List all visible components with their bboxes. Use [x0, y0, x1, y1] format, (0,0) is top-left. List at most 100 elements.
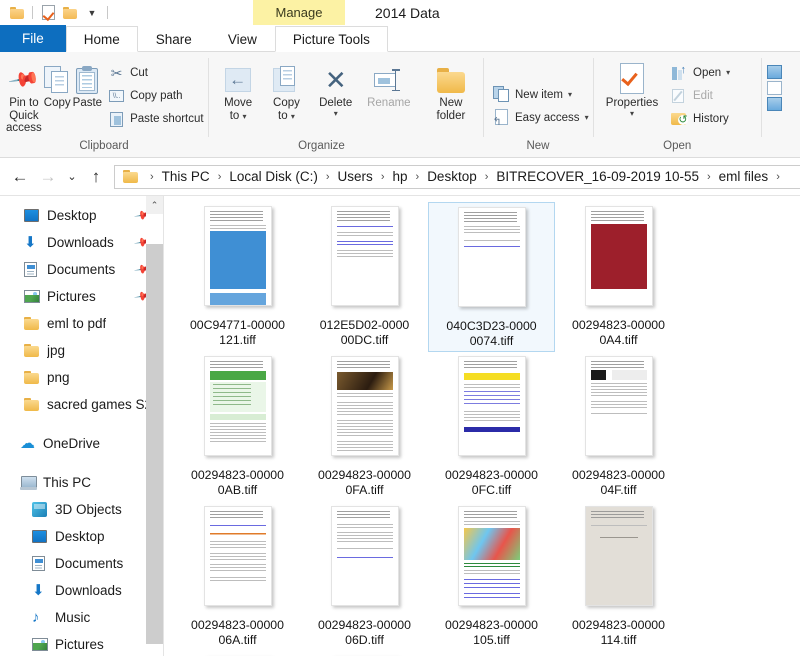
breadcrumb-sep-1[interactable]: › [212, 171, 228, 183]
tab-picture-tools[interactable]: Picture Tools [274, 26, 388, 52]
up-button[interactable]: ↑ [82, 163, 110, 191]
sidebar-item-png[interactable]: png [0, 364, 163, 391]
new-folder-icon[interactable] [59, 2, 81, 24]
file-tile[interactable]: 012E5D02-0000 00DC.tiff [301, 202, 428, 352]
breadcrumb-sep-4[interactable]: › [410, 171, 426, 183]
sidebar-item-this-pc-documents[interactable]: Documents [0, 550, 163, 577]
forward-button[interactable]: → [34, 163, 62, 191]
file-tile-selected[interactable]: 040C3D23-0000 0074.tiff [428, 202, 555, 352]
recent-locations-button[interactable]: ⌄ [62, 163, 82, 191]
open-button[interactable]: ↑ Open ▾ [667, 62, 734, 84]
file-tile[interactable]: 00294823-00000 04F.tiff [555, 352, 682, 502]
file-tile[interactable]: 00294823-00000 0A4.tiff [555, 202, 682, 352]
delete-chevron-down-icon[interactable]: ▾ [334, 109, 338, 118]
file-tile[interactable]: 00294823-00000 119.tiff [174, 652, 301, 656]
sidebar-item-3d-objects[interactable]: 3D Objects [0, 496, 163, 523]
tab-share[interactable]: Share [138, 26, 210, 52]
file-thumbnail [457, 506, 526, 606]
file-tile[interactable]: 00294823-00000 0FA.tiff [301, 352, 428, 502]
breadcrumb-hp[interactable]: hp [390, 169, 409, 184]
copy-to-chevron-down-icon[interactable]: ▾ [291, 112, 295, 121]
copy-path-button[interactable]: \\.. Copy path [104, 85, 208, 107]
file-tile[interactable]: 00294823-00000 105.tiff [428, 502, 555, 652]
move-to-chevron-down-icon[interactable]: ▾ [243, 112, 247, 121]
file-tile[interactable]: 00294823-00000 114.tiff [555, 502, 682, 652]
open-chevron-down-icon[interactable]: ▾ [726, 69, 730, 77]
breadcrumb-bitrecover[interactable]: BITRECOVER_16-09-2019 10-55 [494, 169, 701, 184]
file-name-line2: 06D.tiff [345, 633, 384, 647]
breadcrumb-local-disk[interactable]: Local Disk (C:) [227, 169, 320, 184]
sidebar-item-eml-to-pdf[interactable]: eml to pdf [0, 310, 163, 337]
sidebar-item-this-pc[interactable]: This PC [0, 469, 163, 496]
properties-icon[interactable] [37, 2, 59, 24]
breadcrumb-sep-6[interactable]: › [701, 171, 717, 183]
paste-shortcut-label: Paste shortcut [130, 113, 204, 125]
move-to-button[interactable]: ← Move to ▾ [214, 59, 262, 122]
pin-to-quick-access-button[interactable]: 📌 Pin to Quick access [6, 59, 42, 135]
scrollbar-track[interactable] [146, 214, 163, 656]
file-tile[interactable]: 00294823-00000 06D.tiff [301, 502, 428, 652]
properties-chevron-down-icon[interactable]: ▾ [630, 109, 634, 118]
sidebar-item-this-pc-downloads[interactable]: ⬇ Downloads [0, 577, 163, 604]
sidebar-item-this-pc-desktop[interactable]: Desktop [0, 523, 163, 550]
documents-icon [24, 261, 44, 279]
copy-button[interactable]: Copy [44, 59, 71, 110]
file-tile[interactable]: 00C94771-00000 121.tiff [174, 202, 301, 352]
paste-button[interactable]: Paste [73, 59, 102, 110]
easy-access-button[interactable]: ↰ Easy access ▾ [489, 107, 593, 129]
paste-shortcut-button[interactable]: Paste shortcut [104, 108, 208, 130]
sidebar-item-this-pc-music[interactable]: ♪ Music [0, 604, 163, 631]
breadcrumb-users[interactable]: Users [336, 169, 375, 184]
file-tile[interactable]: 00294823-00000 0FC.tiff [428, 352, 555, 502]
cut-button[interactable]: ✂ Cut [104, 62, 208, 84]
ribbon-group-select [761, 52, 800, 157]
breadcrumb-sep-2[interactable]: › [320, 171, 336, 183]
tab-view[interactable]: View [210, 26, 275, 52]
file-tile[interactable]: 00294823-00000 0AB.tiff [174, 352, 301, 502]
file-tile[interactable]: 01570436-00000 139.tiff [301, 652, 428, 656]
sidebar-item-documents[interactable]: Documents 📌 [0, 256, 163, 283]
new-item-chevron-down-icon[interactable]: ▾ [568, 90, 572, 99]
address-bar: ← → ⌄ ↑ › This PC › Local Disk (C:) › Us… [0, 158, 800, 196]
back-button[interactable]: ← [6, 163, 34, 191]
history-button[interactable]: History [667, 108, 734, 130]
properties-icon [616, 63, 648, 97]
breadcrumb-sep-5[interactable]: › [479, 171, 495, 183]
copy-to-button[interactable]: Copy to ▾ [262, 59, 310, 122]
breadcrumb-desktop[interactable]: Desktop [425, 169, 479, 184]
sidebar-item-onedrive[interactable]: ☁ OneDrive [0, 430, 163, 457]
invert-selection-icon[interactable] [767, 97, 783, 111]
scrollbar-thumb[interactable] [146, 244, 163, 644]
breadcrumb-sep-7[interactable]: › [770, 171, 786, 183]
sidebar-item-sacred-games-s2[interactable]: sacred games S2 [0, 391, 163, 418]
breadcrumb-sep-3[interactable]: › [375, 171, 391, 183]
breadcrumb-this-pc[interactable]: This PC [160, 169, 212, 184]
folder-icon[interactable] [6, 2, 28, 24]
breadcrumb-sep-0[interactable]: › [144, 171, 160, 183]
contextual-tab-manage[interactable]: Manage [253, 0, 345, 25]
easy-access-chevron-down-icon[interactable]: ▾ [585, 113, 589, 122]
breadcrumb-eml-files[interactable]: eml files [717, 169, 771, 184]
breadcrumb[interactable]: › This PC › Local Disk (C:) › Users › hp… [114, 164, 800, 189]
select-none-icon[interactable] [767, 81, 783, 95]
sidebar-item-pictures[interactable]: Pictures 📌 [0, 283, 163, 310]
file-list-view[interactable]: 00C94771-00000 121.tiff 012E5D02-0000 00… [164, 196, 800, 656]
edit-button[interactable]: Edit [667, 85, 734, 107]
customize-qat-icon[interactable]: ▼ [81, 2, 103, 24]
new-folder-button[interactable]: New folder [425, 59, 477, 122]
sidebar-item-this-pc-pictures[interactable]: Pictures [0, 631, 163, 656]
rename-button[interactable]: Rename [361, 59, 417, 110]
file-tile[interactable]: 00294823-00000 06A.tiff [174, 502, 301, 652]
select-group-label [761, 139, 800, 157]
select-all-icon[interactable] [767, 65, 783, 79]
tab-home[interactable]: Home [65, 26, 138, 52]
sidebar-item-downloads[interactable]: ⬇ Downloads 📌 [0, 229, 163, 256]
navigation-pane-scrollbar[interactable]: ⌃ [146, 196, 163, 656]
delete-button[interactable]: ✕ Delete ▾ [311, 59, 361, 118]
scroll-up-button[interactable]: ⌃ [146, 196, 163, 214]
tab-file[interactable]: File [0, 25, 66, 52]
properties-button[interactable]: Properties ▾ [599, 59, 665, 118]
sidebar-item-jpg[interactable]: jpg [0, 337, 163, 364]
new-item-button[interactable]: New item ▾ [489, 84, 593, 106]
sidebar-item-desktop[interactable]: Desktop 📌 [0, 202, 163, 229]
